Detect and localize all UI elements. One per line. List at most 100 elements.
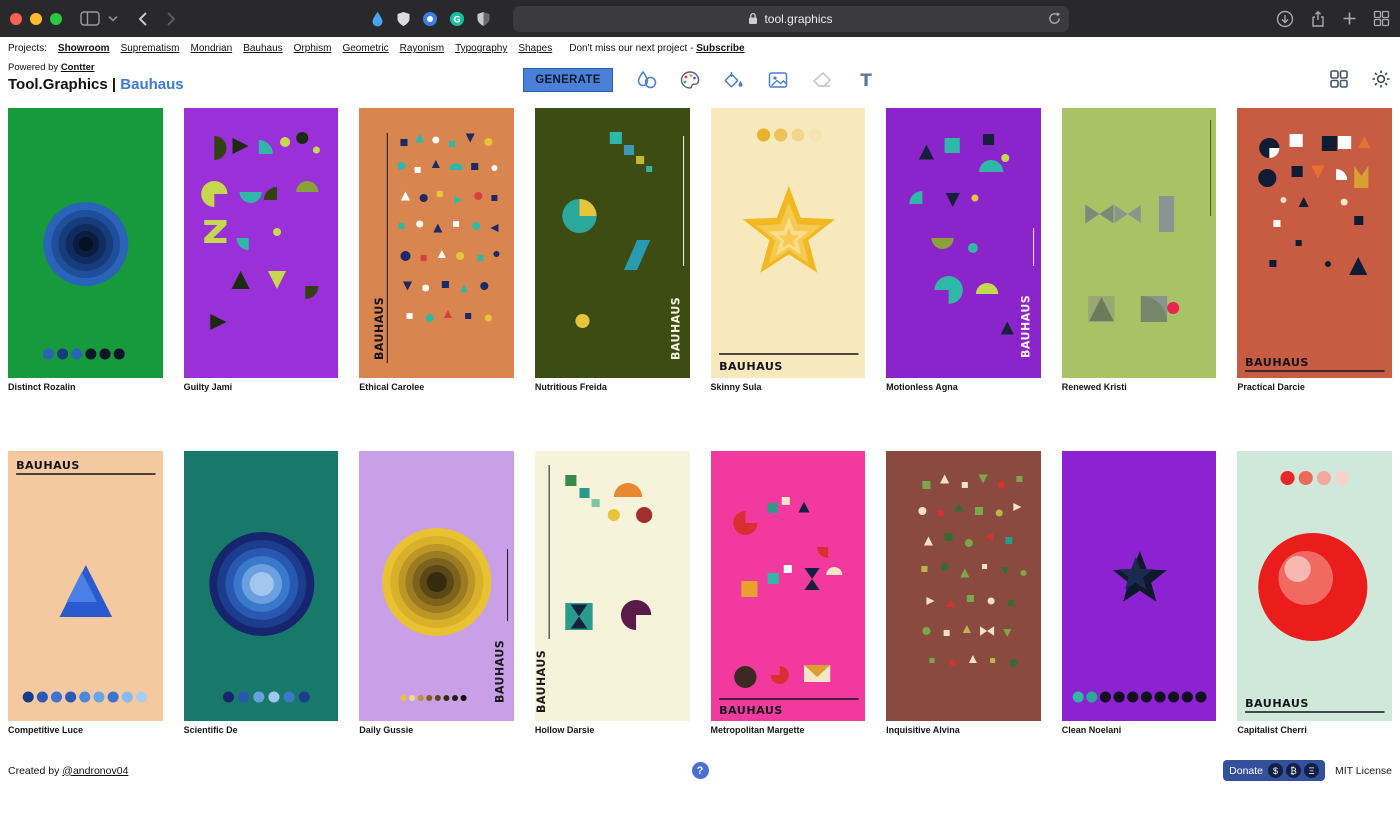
- dollar-coin-icon[interactable]: $: [1268, 763, 1283, 778]
- page-footer: Created by @andronov04 ? Donate $₿Ξ MIT …: [0, 736, 1400, 791]
- text-tool-icon[interactable]: T: [855, 69, 877, 91]
- frame-tool-icon[interactable]: [767, 69, 789, 91]
- project-link-orphism[interactable]: Orphism: [294, 43, 332, 54]
- back-button[interactable]: [138, 11, 148, 27]
- poster-card[interactable]: BAUHAUS: [535, 451, 690, 721]
- poster-artwork: BAUHAUS: [359, 108, 514, 378]
- share-icon[interactable]: [1310, 10, 1326, 28]
- minimize-window-button[interactable]: [30, 13, 42, 25]
- svg-text:BAUHAUS: BAUHAUS: [535, 650, 548, 713]
- theme-brightness-icon[interactable]: [1370, 68, 1392, 90]
- ethereum-coin-icon[interactable]: Ξ: [1304, 763, 1319, 778]
- poster-cell: BAUHAUSMetropolitan Margette: [711, 451, 866, 736]
- powered-by-text: Powered by: [8, 62, 58, 73]
- poster-artwork: BAUHAUS: [359, 451, 514, 721]
- poster-title: Skinny Sula: [711, 382, 866, 393]
- poster-title: Capitalist Cherri: [1237, 725, 1392, 736]
- site-name: Tool.Graphics |: [8, 76, 116, 93]
- fill-tool-icon[interactable]: [723, 69, 745, 91]
- poster-artwork: BAUHAUS: [8, 451, 163, 721]
- svg-text:BAUHAUS: BAUHAUS: [373, 297, 386, 360]
- project-link-bauhaus[interactable]: Bauhaus: [243, 43, 282, 54]
- subscribe-link[interactable]: Subscribe: [696, 43, 744, 54]
- bitcoin-coin-icon[interactable]: ₿: [1286, 763, 1301, 778]
- poster-card[interactable]: BAUHAUS: [359, 108, 514, 378]
- drop-extension-icon[interactable]: [370, 11, 385, 27]
- project-link-suprematism[interactable]: Suprematism: [121, 43, 180, 54]
- created-by: Created by @andronov04: [8, 765, 428, 777]
- poster-title: Competitive Luce: [8, 725, 163, 736]
- window-controls: [10, 13, 62, 25]
- poster-card[interactable]: BAUHAUS: [1237, 451, 1392, 721]
- forward-button[interactable]: [166, 11, 176, 27]
- address-bar[interactable]: tool.graphics: [513, 6, 1069, 32]
- project-link-shapes[interactable]: Shapes: [518, 43, 552, 54]
- poster-card[interactable]: BAUHAUS: [535, 108, 690, 378]
- poster-card[interactable]: [184, 451, 339, 721]
- poster-card[interactable]: [1062, 451, 1217, 721]
- poster-cell: Guilty Jami: [184, 108, 339, 393]
- poster-title: Distinct Rozalin: [8, 382, 163, 393]
- author-link[interactable]: @andronov04: [62, 765, 128, 777]
- svg-text:BAUHAUS: BAUHAUS: [669, 297, 682, 360]
- powered-by: Powered by Contter: [8, 62, 428, 73]
- sidebar-toggle-icon[interactable]: [80, 11, 100, 26]
- eraser-tool-icon[interactable]: [811, 69, 833, 91]
- new-tab-icon[interactable]: [1342, 11, 1357, 26]
- project-link-mondrian[interactable]: Mondrian: [190, 43, 232, 54]
- poster-card[interactable]: [184, 108, 339, 378]
- generate-button[interactable]: GENERATE: [523, 68, 612, 92]
- sidebar-chevron-icon[interactable]: [108, 15, 118, 22]
- chrome-right-buttons: [1276, 10, 1390, 28]
- poster-card[interactable]: BAUHAUS: [711, 108, 866, 378]
- downloads-icon[interactable]: [1276, 10, 1294, 28]
- poster-artwork: [8, 108, 163, 378]
- poster-title: Ethical Carolee: [359, 382, 514, 393]
- poster-cell: BAUHAUSDaily Gussie: [359, 451, 514, 736]
- poster-card[interactable]: BAUHAUS: [359, 451, 514, 721]
- zoom-window-button[interactable]: [50, 13, 62, 25]
- poster-title: Nutritious Freida: [535, 382, 690, 393]
- poster-cell: Scientific De: [184, 451, 339, 736]
- svg-text:BAUHAUS: BAUHAUS: [1245, 356, 1309, 369]
- poster-card[interactable]: BAUHAUS: [711, 451, 866, 721]
- projects-links: Showroom Suprematism Mondrian Bauhaus Orphis…: [58, 43, 552, 54]
- poster-artwork: [184, 108, 339, 378]
- reload-icon[interactable]: [1047, 11, 1062, 26]
- project-link-typography[interactable]: Typography: [455, 43, 507, 54]
- shapes-tool-icon[interactable]: [635, 69, 657, 91]
- poster-artwork: BAUHAUS: [886, 108, 1041, 378]
- promo-text: Don't miss our next project - Subscribe: [569, 43, 744, 54]
- created-by-text: Created by: [8, 765, 59, 777]
- help-button[interactable]: ?: [692, 762, 709, 779]
- poster-card[interactable]: BAUHAUS: [886, 108, 1041, 378]
- extension-toolbar: G: [370, 11, 491, 27]
- half-shield-extension-icon[interactable]: [476, 11, 491, 27]
- project-link-geometric[interactable]: Geometric: [342, 43, 388, 54]
- donate-button[interactable]: Donate $₿Ξ: [1223, 760, 1325, 781]
- poster-artwork: BAUHAUS: [1237, 108, 1392, 378]
- close-window-button[interactable]: [10, 13, 22, 25]
- blue-circle-extension-icon[interactable]: [422, 11, 438, 27]
- poster-card[interactable]: [1062, 108, 1217, 378]
- poster-card[interactable]: [886, 451, 1041, 721]
- poster-cell: BAUHAUSHollow Darsie: [535, 451, 690, 736]
- page-title: Tool.Graphics | Bauhaus: [8, 76, 428, 93]
- grammarly-extension-icon[interactable]: G: [449, 11, 465, 27]
- contter-link[interactable]: Contter: [61, 62, 95, 73]
- palette-tool-icon[interactable]: [679, 69, 701, 91]
- poster-card[interactable]: [8, 108, 163, 378]
- svg-text:BAUHAUS: BAUHAUS: [719, 704, 783, 717]
- poster-artwork: [886, 451, 1041, 721]
- poster-card[interactable]: BAUHAUS: [8, 451, 163, 721]
- project-link-showroom[interactable]: Showroom: [58, 43, 110, 54]
- svg-text:BAUHAUS: BAUHAUS: [1245, 697, 1309, 710]
- poster-artwork: BAUHAUS: [711, 451, 866, 721]
- tab-overview-icon[interactable]: [1373, 10, 1390, 27]
- poster-title: Motionless Agna: [886, 382, 1041, 393]
- poster-card[interactable]: BAUHAUS: [1237, 108, 1392, 378]
- shield-extension-icon[interactable]: [396, 11, 411, 27]
- project-link-rayonism[interactable]: Rayonism: [400, 43, 444, 54]
- grid-view-icon[interactable]: [1328, 68, 1350, 90]
- poster-cell: BAUHAUS Motionless Agna: [886, 108, 1041, 393]
